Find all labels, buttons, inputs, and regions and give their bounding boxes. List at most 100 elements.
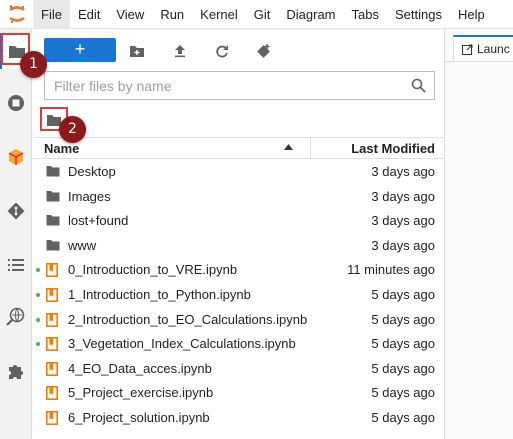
file-modified: 5 days ago	[371, 286, 435, 302]
git-icon	[7, 202, 25, 220]
file-modified: 5 days ago	[371, 360, 435, 376]
file-list-item[interactable]: 0_Introduction_to_VRE.ipynb 11 minutes ag…	[33, 258, 444, 283]
running-indicator	[36, 268, 40, 273]
file-name: Images	[68, 188, 111, 204]
folder-icon	[46, 239, 60, 253]
list-icon	[8, 259, 24, 271]
annotation-badge-2: 2	[59, 116, 86, 143]
puzzle-icon	[9, 365, 23, 379]
git-clone-button[interactable]	[255, 42, 273, 60]
file-name: 3_Vegetation_Index_Calculations.ipynb	[68, 336, 296, 352]
running-indicator	[36, 342, 40, 347]
refresh-button[interactable]	[213, 42, 231, 60]
file-name: Desktop	[68, 164, 116, 179]
menu-settings[interactable]: Settings	[387, 0, 450, 29]
file-name: 0_Introduction_to_VRE.ipynb	[68, 262, 238, 278]
tab-launcher[interactable]: Launc	[453, 35, 513, 61]
file-name: 4_EO_Data_acces.ipynb	[68, 360, 212, 376]
file-modified: 5 days ago	[371, 409, 435, 425]
jupyter-logo-icon	[0, 0, 33, 29]
menu-view[interactable]: View	[108, 0, 152, 29]
file-list-item[interactable]: lost+found 3 days ago	[33, 209, 444, 234]
file-list-header: Name Last Modified	[33, 137, 444, 159]
last-modified-column-header[interactable]: Last Modified	[351, 141, 435, 156]
file-list-item[interactable]: 4_EO_Data_acces.ipynb 5 days ago	[33, 357, 444, 382]
file-browser-toolbar: +	[33, 34, 444, 62]
file-modified: 3 days ago	[371, 237, 435, 253]
git-tab-button[interactable]	[0, 193, 32, 229]
notebook-icon	[46, 337, 60, 352]
file-modified: 11 minutes ago	[347, 262, 435, 278]
file-name: 5_Project_exercise.ipynb	[68, 385, 214, 401]
git-clone-icon	[257, 44, 270, 58]
filter-files-input[interactable]	[45, 72, 395, 99]
menu-tabs[interactable]: Tabs	[344, 0, 387, 29]
file-modified: 5 days ago	[371, 336, 435, 352]
menu-help[interactable]: Help	[450, 0, 493, 29]
running-indicator	[36, 292, 40, 297]
file-name: 1_Introduction_to_Python.ipynb	[68, 286, 251, 302]
file-list-item[interactable]: 1_Introduction_to_Python.ipynb 5 days ago	[33, 283, 444, 308]
notebook-icon	[46, 410, 60, 425]
file-name: www	[68, 237, 97, 253]
launcher-icon	[462, 44, 473, 55]
file-modified: 3 days ago	[371, 188, 435, 204]
map-search-tab-button[interactable]	[0, 299, 32, 335]
menu-diagram[interactable]: Diagram	[278, 0, 343, 29]
tab-bar-divider	[445, 61, 513, 62]
extension-manager-tab-button[interactable]	[0, 353, 32, 389]
new-launcher-button[interactable]: +	[44, 38, 116, 62]
upload-icon	[175, 45, 185, 58]
filter-files-box	[44, 71, 435, 100]
file-list-item[interactable]: Desktop 3 days ago	[33, 160, 444, 185]
file-modified: 3 days ago	[371, 213, 435, 229]
file-list-item[interactable]: 3_Vegetation_Index_Calculations.ipynb 5 d…	[33, 332, 444, 357]
menu-git[interactable]: Git	[246, 0, 279, 29]
file-name: 2_Introduction_to_EO_Calculations.ipynb	[68, 311, 308, 327]
stop-circle-icon	[8, 95, 24, 111]
file-browser-panel: + Name Last Modified Desktop3 days agoIm…	[33, 29, 444, 439]
file-list-item[interactable]: Images 3 days ago	[33, 185, 444, 210]
menu-bar: File Edit View Run Kernel Git Diagram Tabs Setti…	[0, 0, 513, 29]
folder-icon	[46, 214, 60, 228]
menu-file[interactable]: File	[33, 0, 70, 29]
menu-edit[interactable]: Edit	[70, 0, 108, 29]
notebook-icon	[46, 386, 60, 401]
menu-run[interactable]: Run	[152, 0, 192, 29]
left-activity-bar	[0, 29, 32, 439]
main-area: Launc	[444, 29, 513, 439]
file-name: lost+found	[68, 213, 129, 229]
notebook-icon	[46, 287, 60, 302]
tab-launcher-label: Launc	[477, 42, 510, 56]
file-list-item[interactable]: 2_Introduction_to_EO_Calculations.ipynb 5…	[33, 308, 444, 333]
file-list: Desktop 3 days ago Images 3 days ago lost+fo…	[33, 160, 444, 431]
menu-kernel[interactable]: Kernel	[192, 0, 246, 29]
file-list-item[interactable]: 6_Project_solution.ipynb 5 days ago	[33, 406, 444, 431]
notebook-icon	[46, 263, 60, 278]
column-divider	[310, 138, 311, 158]
new-folder-icon	[130, 45, 144, 57]
running-indicator	[36, 317, 40, 322]
main-menu: File Edit View Run Kernel Git Diagram Tabs Setti…	[33, 0, 493, 29]
file-list-item[interactable]: 5_Project_exercise.ipynb 5 days ago	[33, 381, 444, 406]
name-column-header[interactable]: Name	[44, 141, 79, 156]
file-modified: 3 days ago	[371, 164, 435, 179]
notebook-icon	[46, 361, 60, 376]
search-icon	[411, 78, 426, 93]
running-kernels-tab-button[interactable]	[0, 85, 32, 121]
file-list-item[interactable]: www 3 days ago	[33, 234, 444, 259]
notebook-icon	[46, 312, 60, 327]
table-of-contents-tab-button[interactable]	[0, 247, 32, 283]
folder-icon	[46, 165, 60, 179]
extension-tab-button[interactable]	[0, 139, 32, 175]
upload-button[interactable]	[171, 42, 189, 60]
file-modified: 5 days ago	[371, 311, 435, 327]
file-modified: 5 days ago	[371, 385, 435, 401]
sort-ascending-icon	[284, 144, 293, 150]
folder-icon	[46, 190, 60, 204]
map-search-icon	[6, 307, 25, 326]
refresh-icon	[216, 45, 228, 58]
annotation-badge-1: 1	[20, 51, 47, 78]
new-folder-button[interactable]	[128, 42, 146, 60]
file-name: 6_Project_solution.ipynb	[68, 409, 210, 425]
